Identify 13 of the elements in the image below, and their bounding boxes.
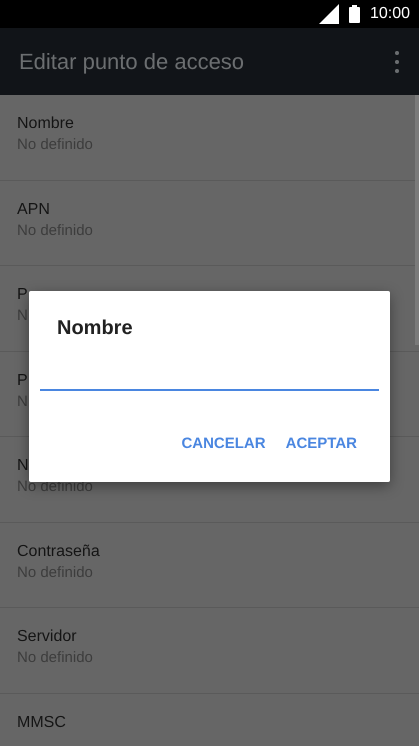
accept-button[interactable]: ACEPTAR (280, 431, 363, 456)
status-time: 10:00 (370, 5, 410, 23)
setting-name[interactable]: Contraseña (17, 542, 402, 560)
setting-name[interactable]: Nombre (17, 115, 402, 133)
battery-icon (348, 5, 360, 23)
cancel-button[interactable]: CANCELAR (175, 431, 272, 456)
setting-name[interactable]: MMSC (17, 714, 402, 732)
dialog-title: Nombre (57, 317, 133, 340)
setting-name[interactable]: APN (17, 200, 402, 218)
signal-icon (318, 4, 339, 24)
setting-name[interactable]: Servidor (17, 628, 402, 646)
more-options-icon[interactable] (395, 50, 399, 74)
screen-title: Editar punto de acceso (19, 48, 244, 74)
